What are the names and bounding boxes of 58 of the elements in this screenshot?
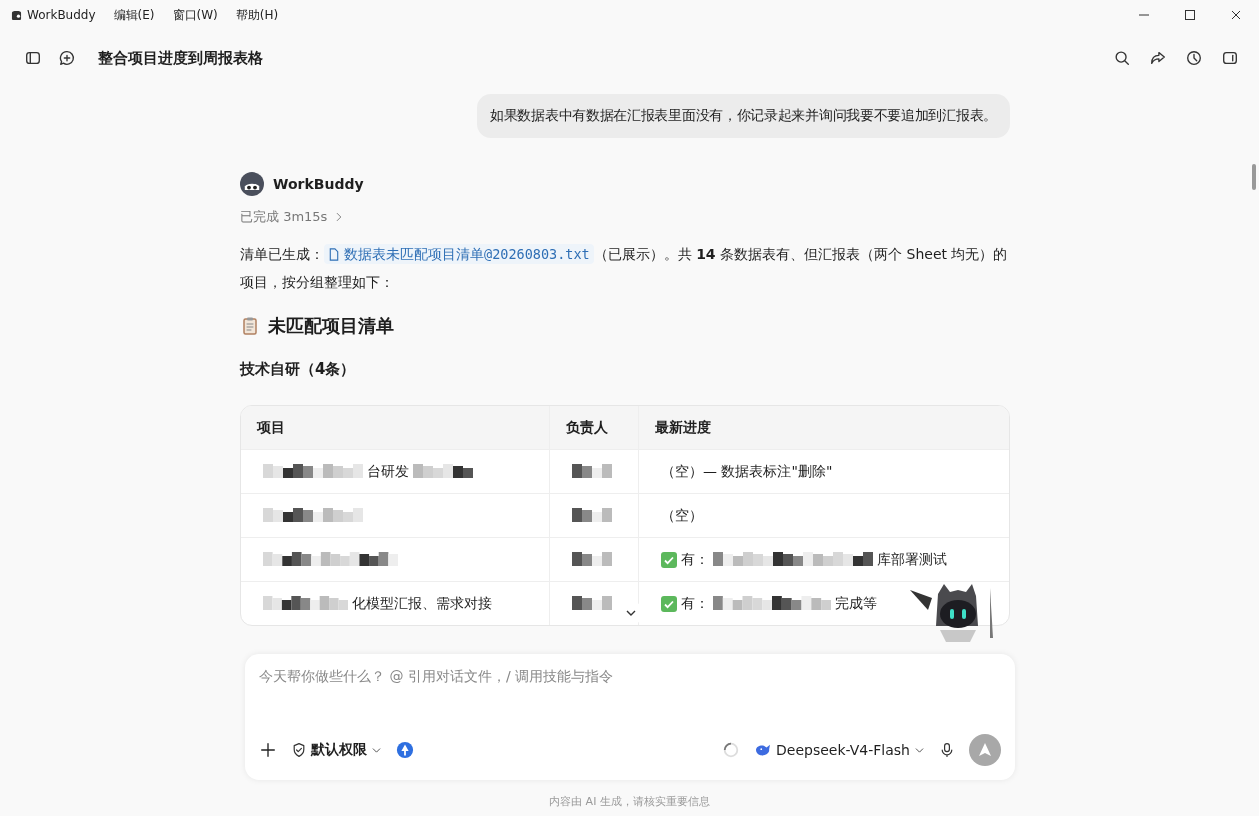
redaction-mosaic — [413, 463, 473, 480]
section-heading: 未匹配项目清单 — [268, 314, 394, 338]
app-logo-icon — [10, 8, 23, 22]
assistant-name: WorkBuddy — [273, 176, 364, 192]
redaction-mosaic — [572, 507, 612, 524]
sidebar-toggle-button[interactable] — [24, 49, 42, 67]
plus-icon — [259, 741, 277, 759]
completion-status[interactable]: 已完成 3m15s — [240, 208, 328, 226]
sidebar-icon — [24, 49, 42, 67]
check-icon — [661, 595, 677, 612]
cell-text: 有： — [681, 594, 709, 613]
scrollbar-thumb[interactable] — [1252, 164, 1256, 190]
chat-plus-icon — [58, 49, 76, 67]
document-icon — [328, 248, 340, 261]
cell-text: 库部署测试 — [877, 550, 947, 569]
microphone-icon — [939, 742, 955, 758]
redaction-mosaic — [572, 595, 612, 612]
whale-icon — [754, 743, 772, 757]
history-button[interactable] — [1185, 49, 1203, 67]
column-header: 负责人 — [549, 406, 639, 450]
file-link[interactable]: 数据表未匹配项目清单@20260803.txt — [324, 244, 594, 264]
menu-item[interactable]: 窗口(W) — [172, 6, 218, 24]
redaction-mosaic — [572, 551, 612, 568]
clock-icon — [1185, 49, 1203, 67]
panel-toggle-button[interactable] — [1221, 49, 1239, 67]
share-button[interactable] — [1149, 49, 1167, 67]
cell-text: 化模型汇报、需求对接 — [352, 594, 492, 613]
permission-dropdown[interactable]: 默认权限 — [291, 741, 382, 759]
cell-text: （空） — [661, 506, 703, 525]
shield-check-icon — [291, 742, 307, 758]
loading-spinner-icon — [722, 741, 740, 759]
user-message: 如果数据表中有数据在汇报表里面没有，你记录起来并询问我要不要追加到汇报表。 — [477, 94, 1010, 138]
arrow-up-icon — [977, 742, 993, 758]
search-button[interactable] — [1113, 49, 1131, 67]
cell-text: 台研发 — [367, 462, 409, 481]
clipboard-icon — [240, 316, 260, 336]
microphone-button[interactable] — [939, 742, 955, 758]
summary-paragraph: 清单已生成： 数据表未匹配项目清单@20260803.txt （已展示）。共 14 条数据表有、但汇报表（两个 Sheet 均无）的项目，按分组整理如下： — [240, 243, 1009, 292]
check-icon — [661, 551, 677, 568]
add-button[interactable] — [259, 741, 277, 759]
new-chat-button[interactable] — [58, 49, 76, 67]
menu-item[interactable]: 帮助(H) — [235, 6, 279, 24]
conversation-title: 整合项目进度到周报表格 — [98, 48, 263, 68]
column-header: 项目 — [241, 406, 550, 450]
search-icon — [1113, 49, 1131, 67]
group-heading: 技术自研（4条） — [240, 360, 357, 379]
app-name: WorkBuddy — [27, 8, 96, 22]
panel-icon — [1221, 49, 1239, 67]
avatar-icon — [240, 172, 264, 196]
cell-text: 有： — [681, 550, 709, 569]
model-dropdown[interactable]: Deepseek-V4-Flash — [754, 742, 925, 758]
column-header: 最新进度 — [638, 406, 1009, 450]
cell-text: 完成等 — [835, 594, 877, 613]
disclaimer-text: 内容由 AI 生成，请核实重要信息 — [548, 794, 711, 809]
redaction-mosaic — [572, 463, 612, 480]
cell-text: （空）— 数据表标注"删除" — [661, 462, 833, 481]
share-arrow-icon — [1149, 49, 1167, 67]
menu-item[interactable]: 编辑(E) — [113, 6, 155, 24]
